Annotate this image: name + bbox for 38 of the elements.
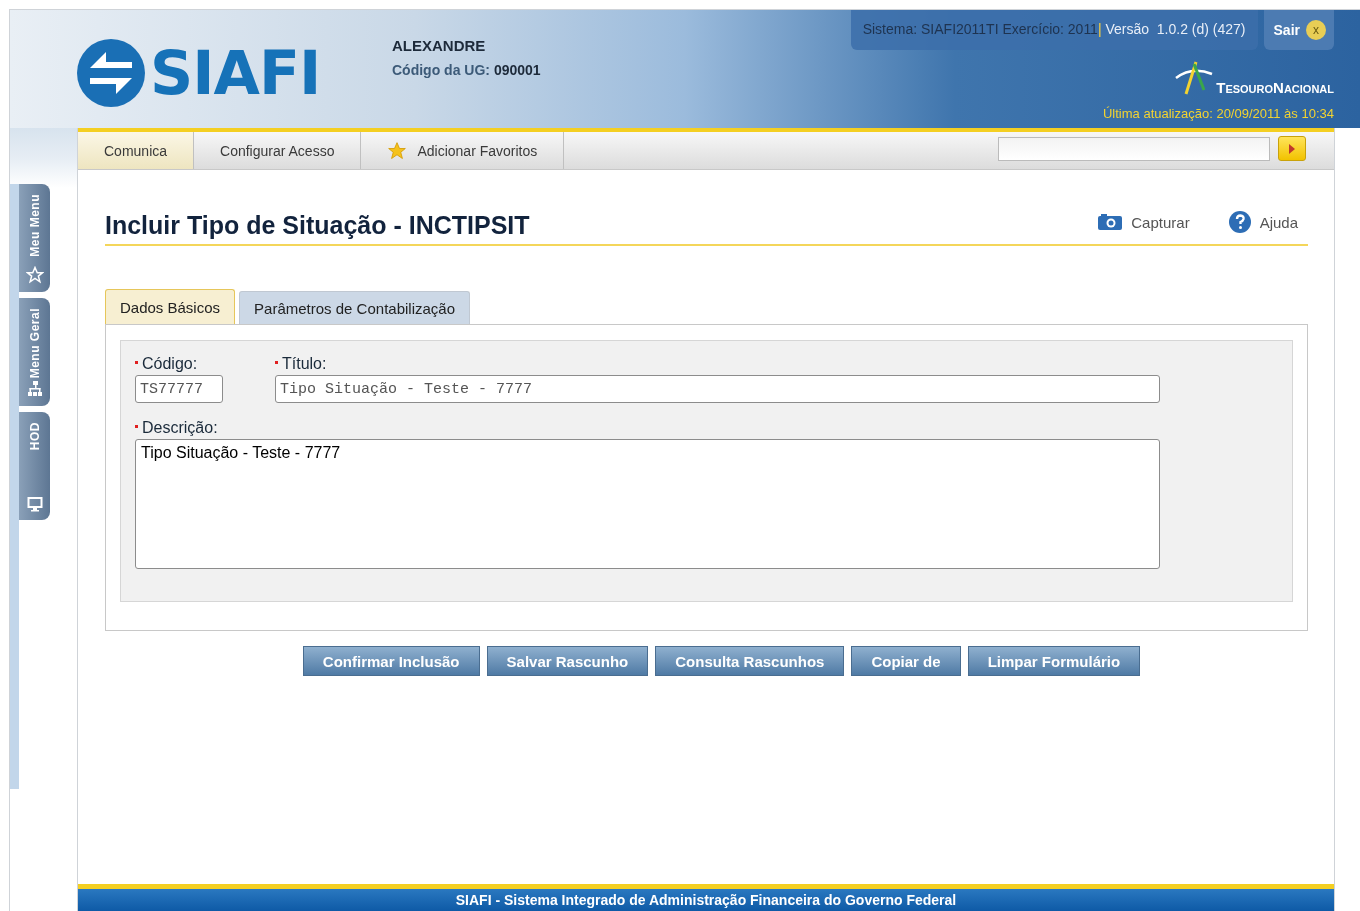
version-text: Versão 1.0.2 (d) (427) [1104,21,1246,39]
side-tab[interactable]: Menu Geral [19,298,50,406]
help-link[interactable]: Ajuda [1227,210,1298,234]
side-tab[interactable]: Meu Menu [19,184,50,292]
toolbar-tab[interactable]: Adicionar Favoritos [361,132,565,169]
description-field[interactable]: Tipo Situação - Teste - 7777 [135,439,1160,569]
user-name: ALEXANDRE [392,37,487,54]
last-update: Última atualização: 20/09/2011 às 10:34 [1102,106,1334,121]
help-icon [1227,210,1252,234]
star-icon [25,266,44,284]
logo-icon [76,38,146,108]
field-label: Código: [142,355,198,373]
input-field[interactable]: TS77777 [135,375,223,403]
side-tab[interactable]: HOD [19,412,50,520]
search-field[interactable] [998,137,1270,161]
field-label: Descrição: [142,419,218,437]
field-label: Título: [282,355,327,373]
footer-text: SIAFI - Sistema Integrado de Administração Financeira do Governo Federal [455,892,957,908]
capture-link[interactable]: Capturar [1097,210,1190,234]
camera-icon [1097,213,1124,231]
brand-icon [1174,60,1215,96]
input-field[interactable]: Tipo Situação - Teste - 7777 [275,375,1160,403]
system-info: Sistema: SIAFI2011TI Exercício: 2011 [862,21,1098,39]
caret-icon [1288,143,1296,154]
page-title: Incluir Tipo de Situação - INCTIPSIT [105,211,530,240]
sitemap-icon [26,380,43,398]
logo-text: SIAFI [150,43,321,103]
star-icon [387,140,408,161]
brand-text: TesouroNacional [1216,79,1334,96]
form-tab[interactable]: Dados Básicos [105,289,236,324]
toolbar-tab[interactable]: Comunica [78,132,195,169]
separator-text: | [1097,21,1102,39]
form-tab[interactable]: Parâmetros de Contabilização [239,291,470,324]
go-button[interactable] [1278,136,1306,161]
exit-button[interactable]: Sair x [1263,10,1334,50]
ug-code: Código da UG: 090001 [392,62,541,78]
toolbar-tab[interactable]: Configurar Acesso [194,132,362,169]
monitor-icon [26,496,43,512]
